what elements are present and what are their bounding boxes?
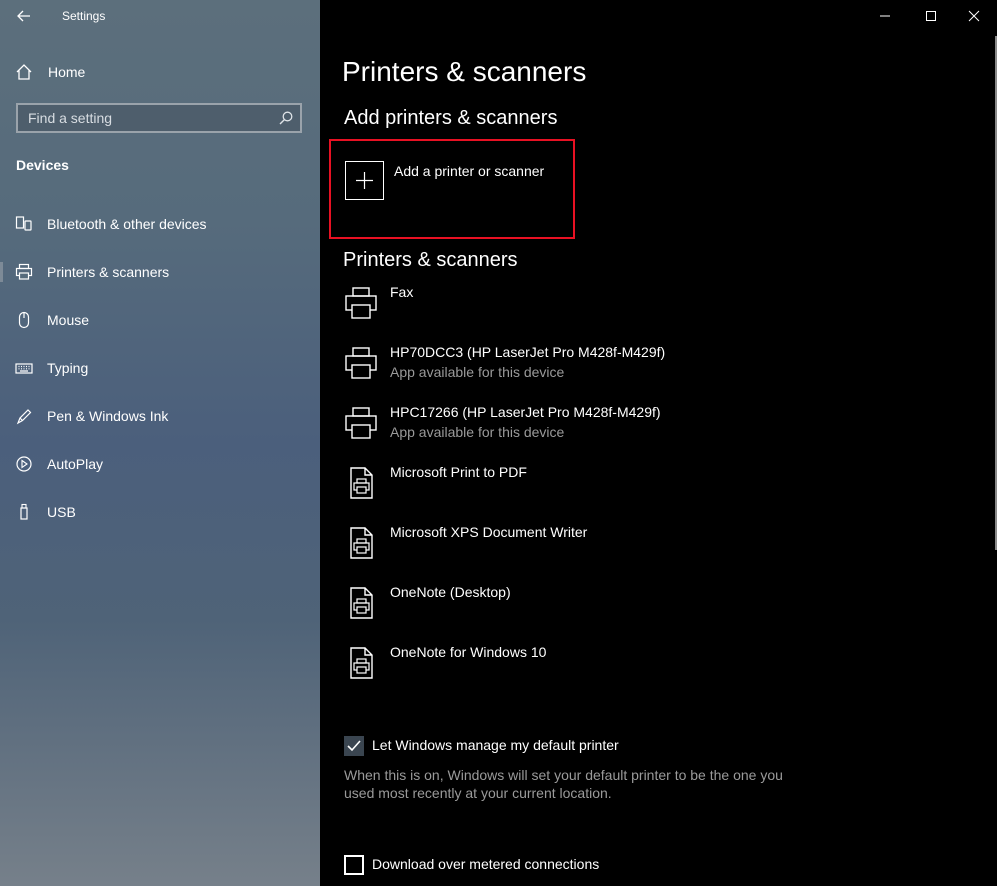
add-printer-button[interactable]: [345, 161, 384, 200]
keyboard-icon: [14, 358, 34, 378]
printer-name: OneNote for Windows 10: [390, 644, 547, 660]
sidebar-item-home[interactable]: Home: [0, 52, 320, 92]
app-title: Settings: [62, 9, 106, 23]
sidebar-item-pen[interactable]: Pen & Windows Ink: [0, 396, 320, 436]
sidebar-item-label: USB: [47, 504, 76, 520]
sidebar-item-mouse[interactable]: Mouse: [0, 300, 320, 340]
checkmark-icon: [347, 740, 361, 752]
sidebar-item-label: AutoPlay: [47, 456, 104, 472]
titlebar-left: Settings: [0, 0, 320, 32]
plus-icon: [356, 172, 373, 189]
maximize-button[interactable]: [908, 0, 954, 32]
metered-connections-checkbox[interactable]: [344, 855, 364, 875]
back-button[interactable]: [12, 4, 36, 28]
printers-section-heading: Printers & scanners: [343, 249, 518, 271]
bluetooth-icon: [14, 214, 34, 234]
printer-icon: [344, 346, 378, 380]
printer-name: OneNote (Desktop): [390, 584, 511, 600]
document-printer-icon: [344, 526, 378, 560]
manage-default-printer-checkbox[interactable]: [344, 736, 364, 756]
maximize-icon: [926, 11, 936, 21]
mouse-icon: [14, 310, 34, 330]
printer-item[interactable]: HPC17266 (HP LaserJet Pro M428f-M429f) A…: [340, 404, 740, 460]
printer-item[interactable]: Microsoft XPS Document Writer: [340, 524, 740, 580]
search-box[interactable]: [16, 103, 302, 133]
document-printer-icon: [344, 466, 378, 500]
add-printer-label[interactable]: Add a printer or scanner: [394, 163, 544, 179]
add-section-heading: Add printers & scanners: [344, 107, 558, 129]
printer-name: HPC17266 (HP LaserJet Pro M428f-M429f): [390, 404, 661, 420]
printer-item[interactable]: OneNote (Desktop): [340, 584, 740, 640]
search-input[interactable]: [18, 105, 278, 131]
manage-default-description: When this is on, Windows will set your d…: [344, 767, 783, 801]
printer-name: Microsoft XPS Document Writer: [390, 524, 588, 540]
printer-name: Fax: [390, 284, 414, 300]
manage-default-printer-label[interactable]: Let Windows manage my default printer: [372, 737, 619, 753]
printer-icon: [344, 286, 378, 320]
printer-item[interactable]: HP70DCC3 (HP LaserJet Pro M428f-M429f) A…: [340, 344, 740, 400]
document-printer-icon: [344, 586, 378, 620]
sidebar-item-usb[interactable]: USB: [0, 492, 320, 532]
minimize-icon: [880, 15, 890, 17]
close-icon: [968, 10, 980, 22]
sidebar-item-printers[interactable]: Printers & scanners: [0, 252, 320, 292]
printer-name: HP70DCC3 (HP LaserJet Pro M428f-M429f): [390, 344, 666, 360]
printer-icon: [14, 262, 34, 282]
autoplay-icon: [14, 454, 34, 474]
sidebar-item-typing[interactable]: Typing: [0, 348, 320, 388]
sidebar-item-autoplay[interactable]: AutoPlay: [0, 444, 320, 484]
sidebar-item-label: Home: [48, 64, 86, 80]
sidebar-item-label: Bluetooth & other devices: [47, 216, 207, 232]
printer-icon: [344, 406, 378, 440]
printer-name: Microsoft Print to PDF: [390, 464, 527, 480]
sidebar-item-label: Pen & Windows Ink: [47, 408, 169, 424]
back-arrow-icon: [17, 10, 30, 22]
printer-item[interactable]: Microsoft Print to PDF: [340, 464, 740, 520]
sidebar-item-bluetooth[interactable]: Bluetooth & other devices: [0, 204, 320, 244]
sidebar-item-label: Printers & scanners: [47, 264, 170, 280]
pen-icon: [14, 406, 34, 426]
metered-connections-label[interactable]: Download over metered connections: [372, 856, 599, 872]
home-icon: [14, 62, 34, 82]
sidebar-item-label: Mouse: [47, 312, 90, 328]
printer-subtitle: App available for this device: [390, 364, 565, 380]
section-heading-devices: Devices: [16, 157, 69, 173]
sidebar-item-label: Typing: [47, 360, 89, 376]
sidebar: Settings Home Devices Bluetooth & other …: [0, 0, 320, 886]
printer-item[interactable]: OneNote for Windows 10: [340, 644, 740, 700]
printer-item[interactable]: Fax: [340, 284, 740, 340]
page-title: Printers & scanners: [342, 56, 587, 87]
minimize-button[interactable]: [862, 0, 908, 32]
printer-subtitle: App available for this device: [390, 424, 565, 440]
search-icon[interactable]: [278, 110, 294, 126]
document-printer-icon: [344, 646, 378, 680]
usb-icon: [14, 502, 34, 522]
close-button[interactable]: [951, 0, 997, 32]
